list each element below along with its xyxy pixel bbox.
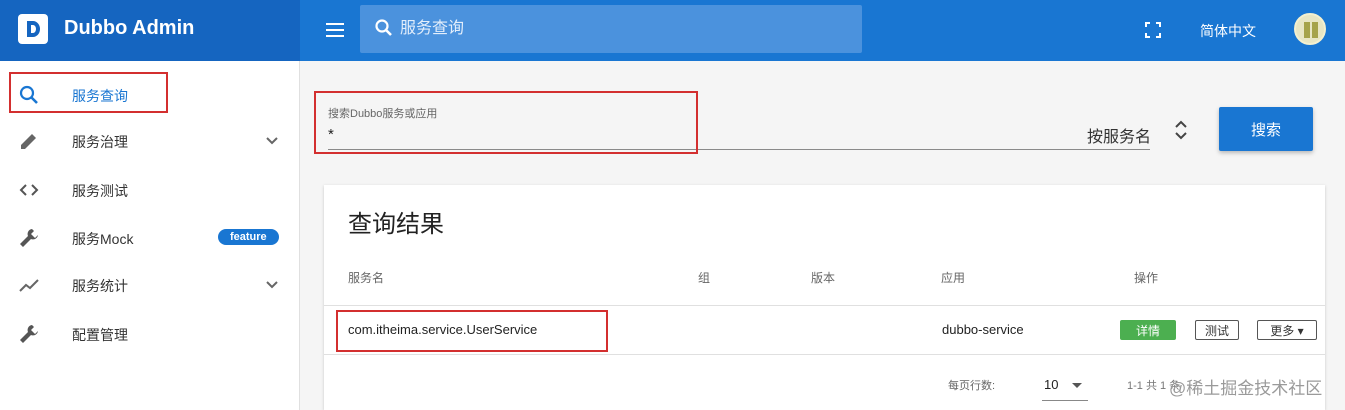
rows-per-page-label: 每页行数: <box>948 380 996 392</box>
sidebar-item-config-management[interactable]: 配置管理 <box>0 309 300 357</box>
column-header-service[interactable]: 服务名 <box>348 269 384 286</box>
chevron-down-icon <box>264 276 280 297</box>
results-title: 查询结果 <box>348 211 444 238</box>
rows-per-page-select[interactable]: 10 <box>1042 373 1088 401</box>
search-icon <box>374 18 394 43</box>
sidebar-item-service-mock[interactable]: 服务Mock feature <box>0 213 300 261</box>
code-icon <box>18 179 40 201</box>
highlight-box <box>314 91 698 154</box>
column-header-actions: 操作 <box>1134 271 1159 285</box>
divider <box>324 305 1325 306</box>
language-selector[interactable]: 简体中文 <box>1200 21 1256 41</box>
sidebar-item-label: 服务Mock <box>72 231 134 247</box>
caret-down-icon <box>1072 383 1082 388</box>
more-label: 更多 <box>1270 323 1295 338</box>
search-button[interactable]: 搜索 <box>1219 107 1313 151</box>
rows-per-page-value: 10 <box>1044 377 1059 392</box>
avatar[interactable] <box>1294 13 1326 45</box>
sidebar-item-label: 服务统计 <box>72 278 128 294</box>
column-header-version[interactable]: 版本 <box>811 269 835 286</box>
test-button[interactable]: 测试 <box>1195 320 1239 340</box>
more-button[interactable]: 更多 ▾ <box>1257 320 1317 340</box>
caret-down-icon: ▾ <box>1297 323 1304 338</box>
fullscreen-icon[interactable] <box>1143 20 1163 40</box>
column-header-group[interactable]: 组 <box>698 269 710 286</box>
menu-icon[interactable] <box>326 19 346 41</box>
sidebar-item-label: 服务测试 <box>72 183 128 199</box>
sidebar-item-service-test[interactable]: 服务测试 <box>0 165 300 213</box>
feature-badge: feature <box>218 229 279 245</box>
sidebar: 服务查询 服务治理 服务测试 服务Mock feature 服务统计 配置管理 <box>0 61 300 410</box>
search-type-select[interactable]: 按服务名 <box>1087 123 1151 147</box>
column-header-application[interactable]: 应用 <box>941 269 965 286</box>
watermark: @稀土掘金技术社区 <box>1169 379 1323 398</box>
global-search[interactable] <box>360 5 862 53</box>
sidebar-item-label: 配置管理 <box>72 327 128 343</box>
chevron-down-icon <box>264 132 280 153</box>
sidebar-item-label: 服务治理 <box>72 134 128 150</box>
application-cell: dubbo-service <box>942 322 1024 337</box>
sidebar-item-service-stats[interactable]: 服务统计 <box>0 260 300 308</box>
unfold-icon[interactable] <box>1174 119 1188 146</box>
top-toolbar: 简体中文 <box>300 0 1345 61</box>
detail-button[interactable]: 详情 <box>1120 320 1176 340</box>
global-search-input[interactable] <box>400 17 840 41</box>
highlight-box <box>336 310 608 352</box>
highlight-box <box>9 72 168 113</box>
trending-icon <box>18 274 40 296</box>
app-title: Dubbo Admin <box>64 17 195 39</box>
divider <box>324 354 1325 355</box>
wrench-icon <box>18 227 40 249</box>
sidebar-item-service-governance[interactable]: 服务治理 <box>0 116 300 164</box>
sidebar-header: Dubbo Admin <box>0 0 300 61</box>
pencil-icon <box>18 130 40 152</box>
dubbo-logo-icon <box>18 14 48 44</box>
wrench-icon <box>18 323 40 345</box>
